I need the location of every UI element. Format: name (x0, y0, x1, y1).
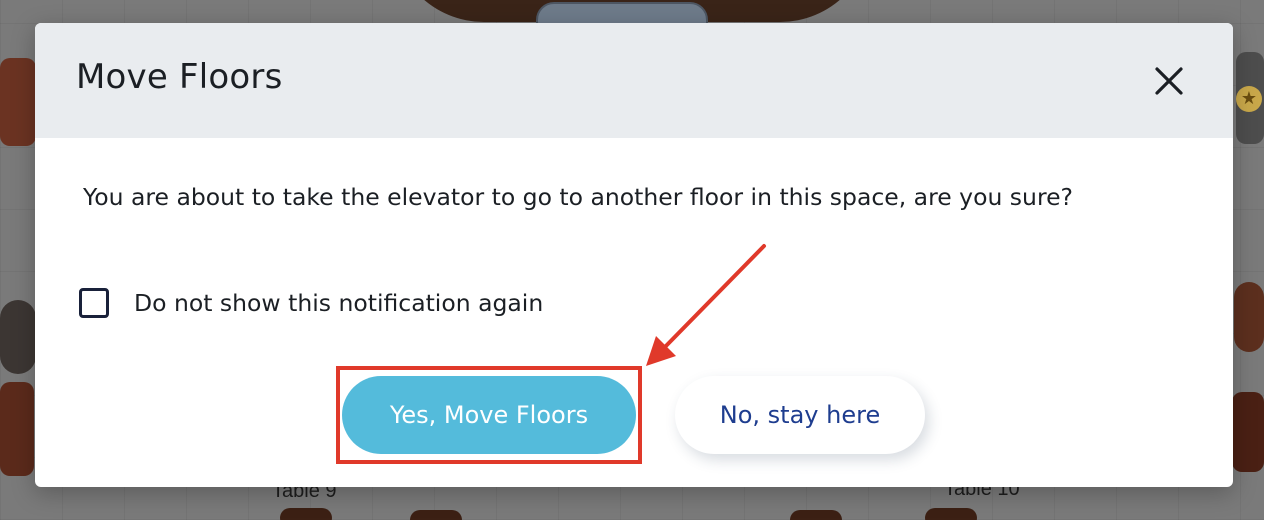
background-chair (410, 510, 462, 520)
background-chair (0, 300, 36, 374)
dialog-message: You are about to take the elevator to go… (83, 183, 1074, 211)
stay-here-button[interactable]: No, stay here (675, 376, 925, 454)
background-chair (0, 382, 34, 476)
background-chair (1234, 282, 1264, 352)
background-chair (280, 508, 332, 520)
close-icon (1155, 67, 1183, 95)
background-chair (0, 58, 36, 146)
dont-show-again-row: Do not show this notification again (79, 285, 543, 321)
dialog-header: Move Floors (35, 23, 1233, 138)
dont-show-again-label[interactable]: Do not show this notification again (134, 289, 543, 317)
confirm-move-floors-button[interactable]: Yes, Move Floors (342, 376, 636, 454)
dialog-title: Move Floors (76, 57, 283, 97)
background-chair (1232, 392, 1264, 472)
background-chair (925, 508, 977, 520)
move-floors-dialog: Move Floors You are about to take the el… (35, 23, 1233, 487)
close-button[interactable] (1149, 61, 1189, 101)
star-icon: ★ (1236, 86, 1262, 112)
dont-show-again-checkbox[interactable] (79, 288, 109, 318)
background-chair (790, 510, 842, 520)
